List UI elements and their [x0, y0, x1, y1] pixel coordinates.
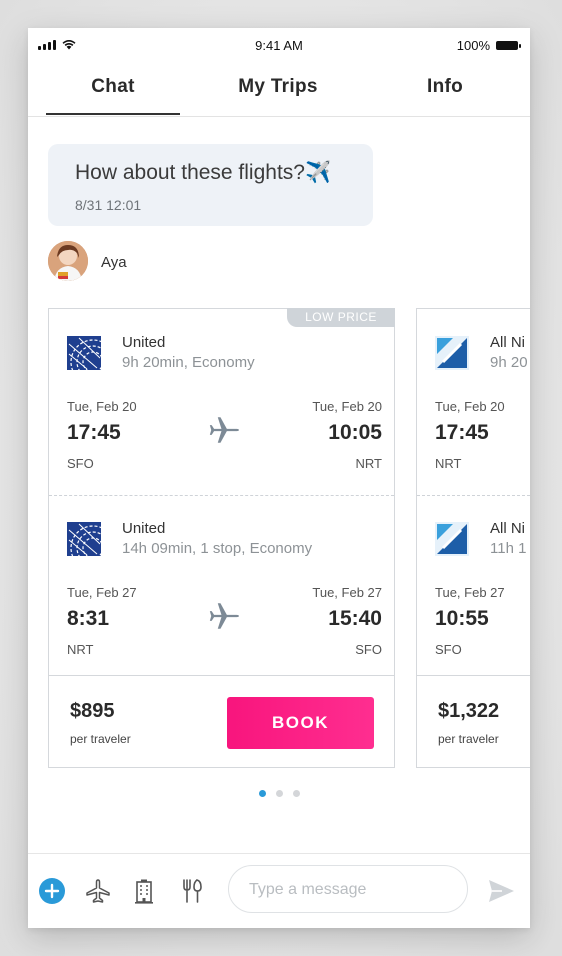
tab-chat[interactable]: Chat: [46, 76, 180, 98]
pager-dot[interactable]: [275, 790, 283, 797]
carousel-pager: [28, 790, 530, 797]
depart-airport: NRT: [435, 456, 462, 471]
flight-card[interactable]: All Ni 9h 20 Tue, Feb 20 17:45 NRT All N…: [416, 308, 530, 768]
flight-details: 14h 09min, 1 stop, Economy: [122, 540, 313, 557]
airplane-icon[interactable]: [84, 877, 112, 905]
restaurant-icon[interactable]: [178, 877, 206, 905]
status-right: 100%: [456, 38, 521, 53]
united-logo-icon: [67, 522, 101, 556]
message-timestamp: 8/31 12:01: [75, 197, 142, 213]
depart-time: 10:55: [435, 607, 489, 630]
depart-date: Tue, Feb 20: [435, 399, 505, 414]
message-input-wrapper: [228, 865, 468, 914]
arrive-date: Tue, Feb 27: [312, 585, 382, 600]
depart-airport: SFO: [67, 456, 94, 471]
price-note: per traveler: [70, 732, 131, 746]
depart-airport: SFO: [435, 642, 462, 657]
depart-date: Tue, Feb 27: [67, 585, 137, 600]
airline-name: All Ni: [490, 334, 526, 351]
battery-icon: [496, 41, 521, 50]
airplane-icon: [209, 603, 239, 629]
airplane-icon: [209, 417, 239, 443]
price-note: per traveler: [438, 732, 499, 746]
card-footer: $895 per traveler BOOK: [49, 675, 394, 768]
pager-dot[interactable]: [292, 790, 300, 797]
price: $895: [70, 700, 115, 722]
message-bubble: How about these flights?✈️ 8/31 12:01: [48, 144, 373, 226]
avatar[interactable]: [48, 241, 88, 281]
airline-name: All Ni: [490, 520, 526, 537]
flight-details: 9h 20: [490, 354, 528, 371]
depart-time: 17:45: [67, 421, 121, 444]
status-bar: 9:41 AM 100%: [28, 28, 530, 64]
return-segment: All Ni 11h 1 Tue, Feb 27 10:55 SFO: [417, 495, 530, 680]
outbound-segment: All Ni 9h 20 Tue, Feb 20 17:45 NRT: [417, 309, 530, 494]
flight-details: 9h 20min, Economy: [122, 354, 255, 371]
message-text: How about these flights?✈️: [75, 161, 332, 184]
tab-info[interactable]: Info: [410, 76, 480, 98]
book-button[interactable]: BOOK: [227, 697, 374, 749]
arrive-airport: NRT: [355, 456, 382, 471]
card-footer: $1,322 per traveler: [417, 675, 530, 768]
airline-name: United: [122, 520, 166, 537]
depart-time: 17:45: [435, 421, 489, 444]
depart-date: Tue, Feb 27: [435, 585, 505, 600]
message-input[interactable]: [247, 866, 451, 914]
depart-date: Tue, Feb 20: [67, 399, 137, 414]
arrive-date: Tue, Feb 20: [312, 399, 382, 414]
flight-card[interactable]: LOW PRICE United 9h 20min, Economy Tue, …: [48, 308, 395, 768]
airline-name: United: [122, 334, 166, 351]
tab-my-trips[interactable]: My Trips: [218, 76, 338, 98]
send-icon[interactable]: [486, 876, 516, 906]
price: $1,322: [438, 700, 500, 722]
tab-bar: Chat My Trips Info: [28, 66, 530, 117]
composer-bar: [28, 853, 530, 928]
add-icon[interactable]: [38, 877, 66, 905]
arrive-time: 10:05: [328, 421, 382, 444]
outbound-segment: United 9h 20min, Economy Tue, Feb 20 Tue…: [49, 309, 394, 494]
battery-percent: 100%: [456, 38, 490, 53]
sender-name: Aya: [101, 254, 127, 271]
ana-logo-icon: [435, 336, 469, 370]
phone-screen: 9:41 AM 100% Chat My Trips Info How abou…: [28, 28, 530, 928]
active-tab-indicator: [46, 113, 180, 115]
pager-dot-active[interactable]: [258, 790, 266, 797]
status-time: 9:41 AM: [255, 38, 303, 53]
hotel-icon[interactable]: [130, 877, 158, 905]
depart-time: 8:31: [67, 607, 110, 630]
return-segment: United 14h 09min, 1 stop, Economy Tue, F…: [49, 495, 394, 680]
arrive-airport: SFO: [355, 642, 382, 657]
depart-airport: NRT: [67, 642, 94, 657]
ana-logo-icon: [435, 522, 469, 556]
arrive-time: 15:40: [328, 607, 382, 630]
flight-details: 11h 1: [490, 540, 527, 557]
united-logo-icon: [67, 336, 101, 370]
